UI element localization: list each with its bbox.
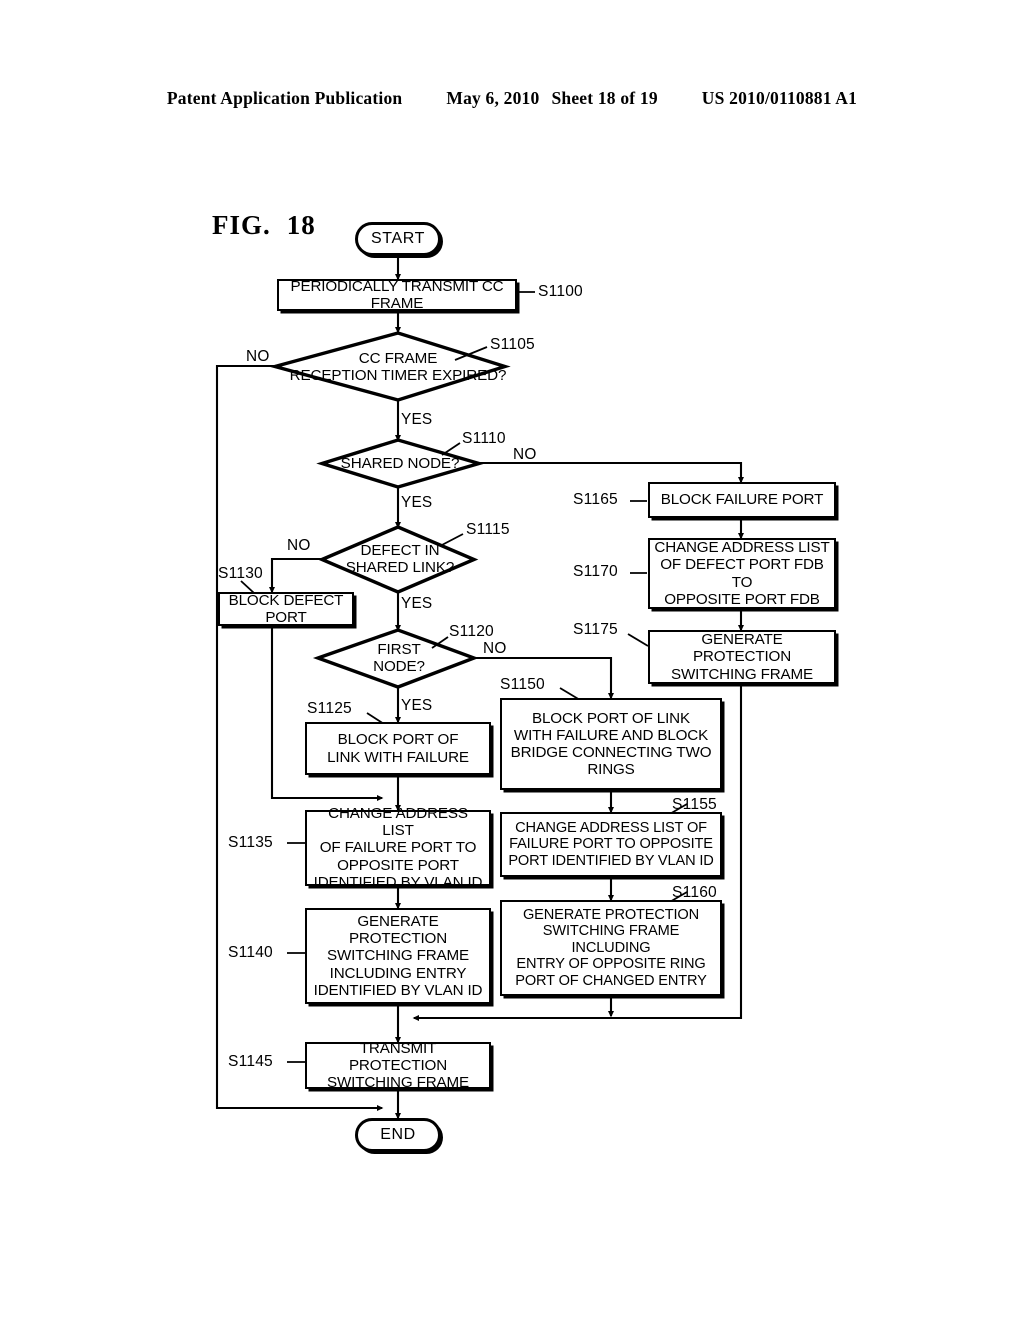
- step-ref-s1100: S1100: [538, 283, 583, 300]
- process-s1135-line2: OF FAILURE PORT TO: [319, 839, 477, 857]
- process-s1175-line2: SWITCHING FRAME: [670, 665, 814, 683]
- process-s1140-line2: SWITCHING FRAME: [326, 947, 470, 965]
- step-ref-s1125: S1125: [307, 700, 352, 717]
- step-ref-s1115: S1115: [466, 521, 510, 538]
- process-s1145: TRANSMIT PROTECTION SWITCHING FRAME: [305, 1039, 491, 1092]
- branch-label-s1115-yes: YES: [401, 595, 433, 612]
- decision-s1120-line1: FIRST: [377, 640, 421, 658]
- terminal-start-label: START: [371, 229, 425, 247]
- decision-s1120-label: FIRST NODE?: [336, 634, 462, 682]
- process-s1160-line4: PORT OF CHANGED ENTRY: [515, 972, 707, 989]
- step-ref-s1170: S1170: [573, 563, 618, 580]
- decision-s1105-line2: RECEPTION TIMER EXPIRED?: [289, 367, 507, 384]
- decision-s1110-label: SHARED NODE?: [330, 452, 470, 476]
- process-s1160-line3: ENTRY OF OPPOSITE RING: [516, 956, 706, 973]
- step-ref-s1105: S1105: [490, 336, 535, 353]
- branch-label-s1115-no: NO: [287, 537, 311, 554]
- decision-s1115-line2: SHARED LINK?: [345, 559, 455, 576]
- process-s1155: CHANGE ADDRESS LIST OF FAILURE PORT TO O…: [500, 812, 722, 877]
- process-s1170: CHANGE ADDRESS LIST OF DEFECT PORT FDB T…: [648, 538, 836, 609]
- process-s1150-line4: RINGS: [587, 761, 635, 779]
- step-ref-s1175: S1175: [573, 621, 618, 638]
- branch-label-s1110-no: NO: [513, 446, 537, 463]
- terminal-end: END: [355, 1118, 441, 1152]
- header-date: May 6, 2010: [446, 88, 540, 108]
- process-s1150-line3: BRIDGE CONNECTING TWO: [510, 744, 712, 761]
- decision-s1115-line1: DEFECT IN: [360, 541, 440, 559]
- process-s1155-line3: PORT IDENTIFIED BY VLAN ID: [508, 852, 714, 869]
- process-s1150-line2: WITH FAILURE AND BLOCK: [513, 726, 709, 744]
- step-ref-s1145: S1145: [228, 1053, 273, 1070]
- process-s1175-line1: GENERATE PROTECTION: [692, 631, 792, 666]
- process-s1160: GENERATE PROTECTION SWITCHING FRAME INCL…: [500, 900, 722, 996]
- process-s1170-line2: OF DEFECT PORT FDB TO: [660, 556, 824, 591]
- decision-s1110-line1: SHARED NODE?: [340, 455, 460, 473]
- branch-label-s1105-no: NO: [246, 348, 270, 365]
- header-sheet: Sheet 18 of 19: [551, 88, 658, 108]
- process-s1155-line2: FAILURE PORT TO OPPOSITE: [509, 836, 713, 853]
- decision-s1105-label: CC FRAME RECEPTION TIMER EXPIRED?: [288, 340, 508, 394]
- step-ref-s1150: S1150: [500, 676, 545, 693]
- process-s1145-line1: TRANSMIT PROTECTION: [348, 1039, 448, 1074]
- header-docnumber: US 2010/0110881 A1: [701, 88, 858, 108]
- process-s1165: BLOCK FAILURE PORT: [648, 482, 836, 518]
- process-s1165-label: BLOCK FAILURE PORT: [660, 491, 824, 509]
- step-ref-s1155: S1155: [672, 796, 717, 813]
- process-s1175: GENERATE PROTECTION SWITCHING FRAME: [648, 630, 836, 684]
- step-ref-s1135: S1135: [228, 834, 273, 851]
- process-s1160-line1: GENERATE PROTECTION: [522, 906, 700, 923]
- process-s1140: GENERATE PROTECTION SWITCHING FRAME INCL…: [305, 908, 491, 1004]
- step-ref-s1130: S1130: [218, 565, 263, 582]
- figure-number: 18: [286, 210, 316, 240]
- process-s1155-line1: CHANGE ADDRESS LIST OF: [515, 819, 707, 836]
- process-s1140-line3: INCLUDING ENTRY: [329, 964, 467, 982]
- process-s1100: PERIODICALLY TRANSMIT CC FRAME: [277, 277, 517, 312]
- process-s1125-line2: LINK WITH FAILURE: [327, 748, 469, 766]
- step-ref-s1160: S1160: [672, 884, 717, 901]
- patent-figure-page: Patent Application Publication May 6, 201…: [0, 0, 1024, 1320]
- process-s1130-label: BLOCK DEFECT PORT: [228, 591, 344, 626]
- branch-label-s1120-no: NO: [483, 640, 507, 657]
- process-s1170-line1: CHANGE ADDRESS LIST: [654, 539, 830, 557]
- process-s1150-line1: BLOCK PORT OF LINK: [532, 709, 690, 727]
- decision-s1120-line2: NODE?: [373, 658, 425, 675]
- process-s1135-line4: IDENTIFIED BY VLAN ID: [313, 873, 483, 891]
- figure-label: FIG. 18: [212, 210, 316, 241]
- terminal-end-label: END: [380, 1125, 416, 1143]
- process-s1145-line2: SWITCHING FRAME: [326, 1074, 470, 1092]
- process-s1135-line1: CHANGE ADDRESS LIST: [328, 805, 468, 840]
- page-header: Patent Application Publication May 6, 201…: [0, 88, 1024, 109]
- step-ref-s1165: S1165: [573, 491, 618, 508]
- process-s1135-line3: OPPOSITE PORT: [337, 856, 459, 874]
- process-s1150: BLOCK PORT OF LINK WITH FAILURE AND BLOC…: [500, 698, 722, 790]
- step-ref-s1120: S1120: [449, 623, 494, 640]
- process-s1100-label: PERIODICALLY TRANSMIT CC FRAME: [290, 277, 504, 312]
- decision-s1115-label: DEFECT IN SHARED LINK?: [330, 532, 470, 586]
- step-ref-s1110: S1110: [462, 430, 506, 447]
- branch-label-s1105-yes: YES: [401, 411, 433, 428]
- process-s1135: CHANGE ADDRESS LIST OF FAILURE PORT TO O…: [305, 805, 491, 891]
- branch-label-s1110-yes: YES: [401, 494, 433, 511]
- flowchart-connectors: [215, 256, 745, 1120]
- terminal-start: START: [355, 222, 441, 256]
- process-s1140-line1: GENERATE PROTECTION: [348, 913, 448, 948]
- process-s1125: BLOCK PORT OF LINK WITH FAILURE: [305, 722, 491, 775]
- branch-label-s1120-yes: YES: [401, 697, 433, 714]
- step-ref-s1140: S1140: [228, 944, 273, 961]
- figure-label-text: FIG.: [212, 210, 271, 240]
- process-s1125-line1: BLOCK PORT OF: [337, 731, 459, 749]
- process-s1140-line4: IDENTIFIED BY VLAN ID: [313, 981, 483, 999]
- header-publication: Patent Application Publication: [166, 88, 403, 108]
- decision-s1105-line1: CC FRAME: [358, 349, 438, 367]
- process-s1170-line3: OPPOSITE PORT FDB: [664, 590, 820, 608]
- process-s1130: BLOCK DEFECT PORT: [218, 592, 354, 626]
- process-s1160-line2: SWITCHING FRAME INCLUDING: [542, 923, 680, 956]
